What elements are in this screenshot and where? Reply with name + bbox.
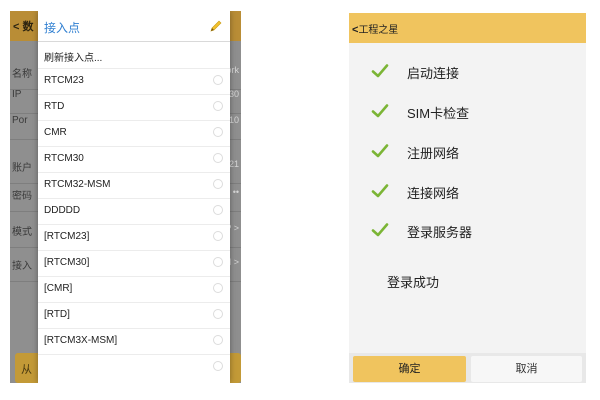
row-label: IP <box>12 89 22 100</box>
row-label: 名称 <box>12 69 32 80</box>
list-item[interactable]: [RTCM23] <box>38 224 230 251</box>
radio-button[interactable] <box>213 257 223 267</box>
list-item[interactable]: RTCM32-MSM <box>38 172 230 199</box>
item-label: [RTCM3X-MSM] <box>44 335 118 346</box>
bottom-button-label: 从 <box>21 364 32 376</box>
list-item[interactable]: [RTCM30] <box>38 250 230 277</box>
item-label: RTCM23 <box>44 75 84 86</box>
radio-button[interactable] <box>213 153 223 163</box>
row-label: 密码 <box>12 191 32 202</box>
left-screen: < 数 名称 ork IP 30 Por 010 账户 521 密码 •• 模式… <box>10 11 241 383</box>
step-item: 连接网络 <box>371 182 571 204</box>
item-label: RTCM30 <box>44 153 84 164</box>
radio-button[interactable] <box>213 127 223 137</box>
refresh-label: 刷新接入点... <box>44 53 103 64</box>
checkmark-icon <box>371 144 389 158</box>
item-label: CMR <box>44 127 67 138</box>
radio-button[interactable] <box>213 361 223 371</box>
radio-button[interactable] <box>213 101 223 111</box>
row-label: Por <box>12 115 28 126</box>
row-label: 接入 <box>12 261 32 272</box>
radio-button[interactable] <box>213 309 223 319</box>
step-item: 登录服务器 <box>371 221 571 243</box>
confirm-button[interactable]: 确定 <box>353 356 466 382</box>
list-item-partial[interactable] <box>38 354 230 380</box>
cancel-button[interactable]: 取消 <box>471 356 582 382</box>
radio-button[interactable] <box>213 205 223 215</box>
step-label: 启动连接 <box>407 66 460 81</box>
item-label: [RTCM23] <box>44 231 90 242</box>
refresh-access-points[interactable]: 刷新接入点... <box>38 42 230 69</box>
checkmark-icon <box>371 64 389 78</box>
item-label: [RTD] <box>44 309 70 320</box>
list-item[interactable]: CMR <box>38 120 230 147</box>
item-label: RTD <box>44 101 65 112</box>
app-header: <工程之星 <box>349 13 586 43</box>
item-label: [RTCM30] <box>44 257 90 268</box>
row-label: 模式 <box>12 227 32 238</box>
list-item[interactable]: DDDDD <box>38 198 230 225</box>
pencil-icon[interactable] <box>208 18 224 34</box>
item-label: [CMR] <box>44 283 73 294</box>
radio-button[interactable] <box>213 179 223 189</box>
radio-button[interactable] <box>213 283 223 293</box>
list-item[interactable]: [RTD] <box>38 302 230 329</box>
step-label: 连接网络 <box>407 186 460 201</box>
list-item[interactable]: [RTCM3X-MSM] <box>38 328 230 355</box>
background-back-button[interactable]: < 数 <box>13 18 33 34</box>
radio-button[interactable] <box>213 335 223 345</box>
step-item: 注册网络 <box>371 142 571 164</box>
right-screen: <工程之星 启动连接 SIM卡检查 注册网络 连接网络 登录服务器 登录成功 确… <box>349 13 586 383</box>
checkmark-icon <box>371 104 389 118</box>
back-button[interactable]: <工程之星 <box>352 21 398 36</box>
step-label: 登录服务器 <box>407 225 473 240</box>
login-result-text: 登录成功 <box>387 275 440 290</box>
access-point-dialog: 接入点 刷新接入点... RTCM23 RTD CMR RTCM30 RTCM3… <box>38 11 230 383</box>
step-item: 启动连接 <box>371 62 571 84</box>
radio-button[interactable] <box>213 75 223 85</box>
list-item[interactable]: [CMR] <box>38 276 230 303</box>
radio-button[interactable] <box>213 231 223 241</box>
item-label: DDDDD <box>44 205 81 216</box>
row-value: 30 <box>228 89 239 99</box>
step-label: 注册网络 <box>407 146 460 161</box>
list-item[interactable]: RTCM30 <box>38 146 230 173</box>
button-bar: 确定 取消 <box>349 353 586 383</box>
page-title: 工程之星 <box>358 25 399 36</box>
checkmark-icon <box>371 184 389 198</box>
step-label: SIM卡检查 <box>407 106 470 121</box>
item-label: RTCM32-MSM <box>44 179 111 190</box>
row-value: •• <box>232 187 239 197</box>
list-item[interactable]: RTD <box>38 94 230 121</box>
list-item[interactable]: RTCM23 <box>38 68 230 95</box>
step-item: SIM卡检查 <box>371 102 571 124</box>
dialog-title: 接入点 <box>44 21 81 35</box>
row-label: 账户 <box>12 163 32 174</box>
checkmark-icon <box>371 223 389 237</box>
